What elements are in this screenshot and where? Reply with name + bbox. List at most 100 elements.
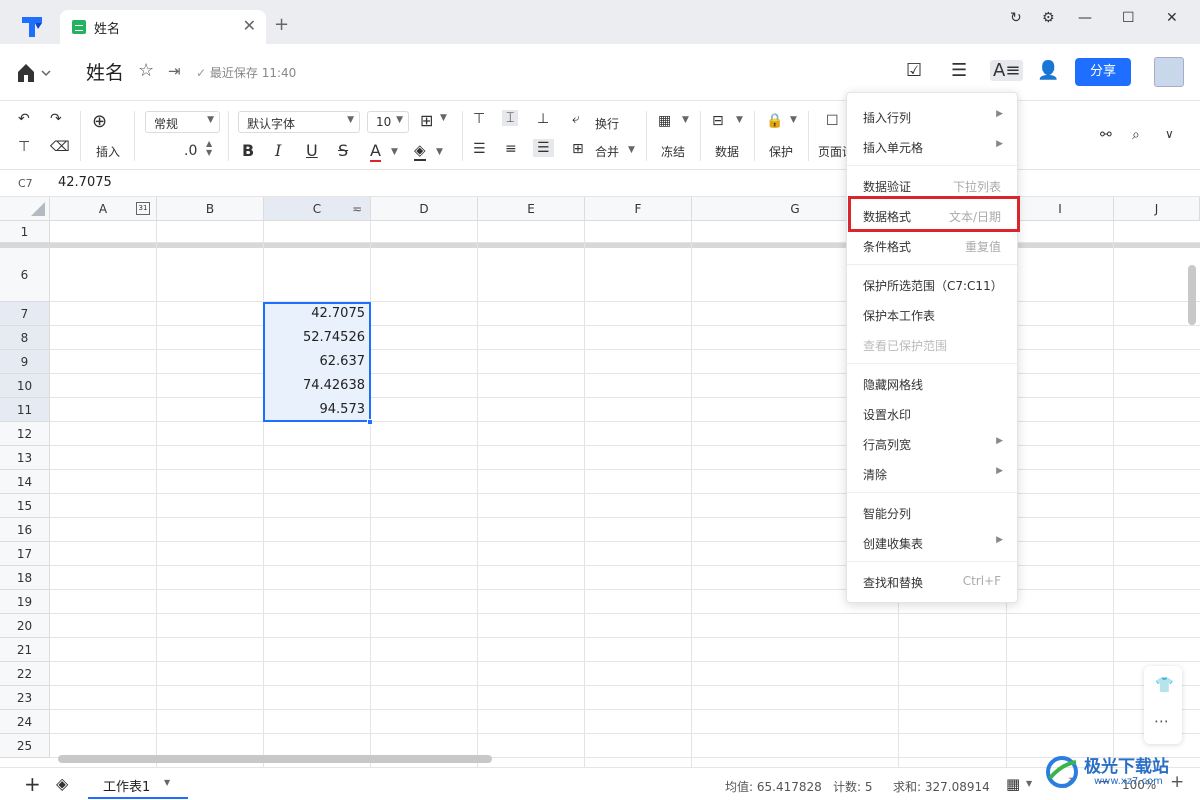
row-header[interactable]: 7 [0,302,50,326]
view-mode-icon[interactable]: ▦ [1006,775,1020,793]
column-header-b[interactable]: B [157,197,264,221]
merge-dropdown-icon[interactable]: ▼ [628,145,635,155]
menu-item-smart-split[interactable]: 智能分列 [847,497,1017,527]
align-center-icon[interactable]: ≡ [505,141,517,157]
decimal-stepper-icon[interactable]: ▲ ▼ [206,139,212,157]
column-header-f[interactable]: F [585,197,692,221]
align-bottom-icon[interactable]: ⊥ [537,111,549,127]
user-permission-icon[interactable]: 👤 [1037,60,1059,81]
menu-item-row-col-size[interactable]: 行高列宽 ▶ [847,428,1017,458]
font-select[interactable]: 默认字体 ▼ [238,111,360,133]
page-setup-label[interactable]: 页面设 [818,143,846,160]
share-button[interactable]: 分享 [1075,58,1131,86]
menu-item-insert-row-col[interactable]: 插入行列 ▶ [847,101,1017,131]
menu-item-watermark[interactable]: 设置水印 [847,398,1017,428]
eraser-icon[interactable]: ⌫ [50,139,70,155]
data-label[interactable]: 数据 [715,143,739,160]
insert-icon[interactable]: ⊕ [92,111,107,132]
cell-reference[interactable]: C7 [18,177,33,190]
row-header[interactable]: 10 [0,374,50,398]
bold-icon[interactable]: B [242,141,254,160]
menu-item-protect-sheet[interactable]: 保护本工作表 [847,299,1017,329]
formula-input[interactable]: 42.7075 [58,175,112,190]
close-window-icon[interactable]: ✕ [1166,10,1178,26]
font-color-icon[interactable]: A [370,141,381,162]
menu-item-insert-cell[interactable]: 插入单元格 ▶ [847,131,1017,161]
column-header-d[interactable]: D [371,197,478,221]
fill-color-dropdown-icon[interactable]: ▼ [436,147,443,157]
format-painter-icon[interactable]: ⊤ [18,139,30,155]
protect-dropdown-icon[interactable]: ▼ [790,115,797,125]
document-tab[interactable]: 姓名 ✕ [60,10,266,44]
row-header[interactable]: 6 [0,248,50,302]
row-header[interactable]: 24 [0,710,50,734]
row-header[interactable]: 25 [0,734,50,758]
underline-icon[interactable]: U [306,141,318,160]
row-header[interactable]: 12 [0,422,50,446]
wrap-label[interactable]: 换行 [595,115,619,132]
lock-icon[interactable]: 🔒 [766,113,783,129]
font-color-dropdown-icon[interactable]: ▼ [391,147,398,157]
menu-item-create-form[interactable]: 创建收集表 ▶ [847,527,1017,557]
star-icon[interactable]: ☆ [138,60,154,81]
row-header[interactable]: 1 [0,221,50,243]
connector-icon[interactable]: ⚯ [1100,127,1112,143]
row-header[interactable]: 19 [0,590,50,614]
data-icon[interactable]: ⊟ [712,113,724,129]
spreadsheet-grid[interactable]: A31 B C≂ D E F G H I J 1 6 7 8 9 10 11 1… [0,197,1200,767]
close-tab-icon[interactable]: ✕ [243,16,256,35]
sync-icon[interactable]: ↻ [1010,10,1022,26]
borders-dropdown-icon[interactable]: ▼ [440,113,447,123]
fill-color-icon[interactable]: ◈ [414,141,426,161]
row-header[interactable]: 9 [0,350,50,374]
freeze-dropdown-icon[interactable]: ▼ [682,115,689,125]
view-mode-dropdown-icon[interactable]: ▼ [1026,779,1032,788]
menu-item-protect-range[interactable]: 保护所选范围（C7:C11） [847,269,1017,299]
format-text-icon[interactable]: A≡ [990,60,1024,81]
align-top-icon[interactable]: ⊤ [473,111,485,127]
merge-icon[interactable]: ⊞ [572,141,584,157]
row-header[interactable]: 14 [0,470,50,494]
align-left-icon[interactable]: ☰ [473,141,486,157]
horizontal-scrollbar[interactable] [58,755,492,763]
row-header[interactable]: 11 [0,398,50,422]
data-dropdown-icon[interactable]: ▼ [736,115,743,125]
move-icon[interactable]: ⇥ [168,62,181,80]
menu-item-hide-gridlines[interactable]: 隐藏网格线 [847,368,1017,398]
layers-icon[interactable]: ◈ [56,774,68,793]
row-header[interactable]: 20 [0,614,50,638]
row-header[interactable]: 15 [0,494,50,518]
select-all-corner[interactable] [0,197,50,221]
document-title[interactable]: 姓名 [86,58,124,85]
new-tab-icon[interactable]: + [274,14,289,35]
font-size-select[interactable]: 10 ▼ [367,111,409,133]
align-right-icon[interactable]: ☰ [533,139,554,157]
home-icon[interactable] [16,62,52,84]
row-header[interactable]: 18 [0,566,50,590]
fill-handle[interactable] [367,419,373,425]
filter-icon[interactable]: ≂ [352,197,362,221]
insert-label[interactable]: 插入 [96,143,120,160]
italic-icon[interactable]: I [275,141,281,160]
search-icon[interactable]: ⌕ [1132,127,1140,143]
wrap-icon[interactable]: ⤶ [572,111,580,127]
merge-label[interactable]: 合并 [595,143,619,160]
add-sheet-icon[interactable]: + [24,772,41,796]
row-header[interactable]: 17 [0,542,50,566]
more-icon[interactable]: ⋯ [1154,712,1169,730]
avatar[interactable] [1154,57,1184,87]
protect-label[interactable]: 保护 [769,143,793,160]
freeze-label[interactable]: 冻结 [661,143,685,160]
column-header-i[interactable]: I [1007,197,1114,221]
column-header-e[interactable]: E [478,197,585,221]
shirt-icon[interactable]: 👕 [1155,676,1174,694]
app-logo-icon[interactable] [18,13,46,41]
column-header-c[interactable]: C ≂ [264,197,371,221]
row-header[interactable]: 22 [0,662,50,686]
gear-icon[interactable]: ⚙ [1042,10,1055,26]
chevron-down-icon[interactable]: ∨ [1165,127,1174,141]
decimal-button[interactable]: .0 [184,143,197,159]
row-header[interactable]: 23 [0,686,50,710]
minimize-icon[interactable]: — [1078,10,1092,26]
number-format-select[interactable]: 常规 ▼ [145,111,220,133]
